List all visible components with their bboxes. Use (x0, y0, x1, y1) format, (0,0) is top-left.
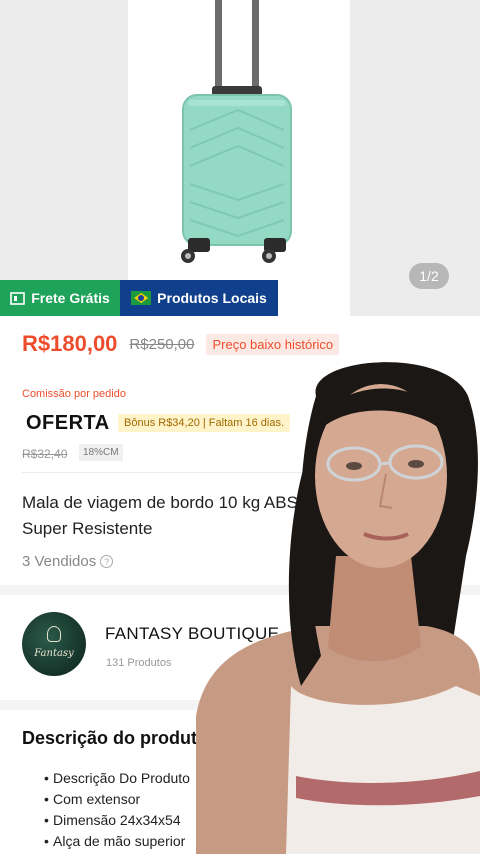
original-commission: R$32,40 (22, 447, 68, 461)
product-badges: Frete Grátis Produtos Locais (0, 280, 278, 316)
commission-rate-badge: 18%CM (79, 444, 123, 461)
description-list: Descrição Do Produto Com extensor Dimens… (44, 768, 190, 852)
product-image-gallery[interactable]: 1/2 (0, 0, 480, 316)
free-shipping-badge: Frete Grátis (0, 280, 120, 316)
price-row: R$180,00 R$250,00 Preço baixo histórico (22, 331, 340, 357)
suitcase-image (181, 0, 292, 263)
offer-label: OFERTA (26, 412, 110, 434)
image-counter: 1/2 (409, 263, 449, 289)
low-price-badge: Preço baixo histórico (206, 333, 340, 355)
free-shipping-label: Frete Grátis (31, 290, 110, 306)
help-icon[interactable]: ? (100, 555, 114, 568)
description-item: Dimensão 24x34x54 (44, 810, 190, 831)
presenter-video-overlay (196, 356, 480, 854)
description-item: Com extensor (44, 789, 190, 810)
sold-count: 3 Vendidos ? (22, 553, 114, 570)
shop-product-count: 131 Produtos (106, 657, 172, 669)
shop-logo-icon (47, 626, 61, 642)
local-products-badge: Produtos Locais (120, 280, 278, 316)
description-item: Alça de mão superior (44, 831, 190, 852)
shop-avatar[interactable]: Fantasy (22, 612, 86, 676)
current-price: R$180,00 (22, 331, 118, 356)
local-products-label: Produtos Locais (157, 290, 267, 306)
description-heading: Descrição do produto (22, 728, 209, 748)
description-item: Descrição Do Produto (44, 768, 190, 789)
brazil-flag-icon (131, 291, 152, 305)
truck-icon (10, 291, 26, 305)
original-price: R$250,00 (129, 335, 195, 353)
product-photo[interactable] (128, 0, 350, 316)
shop-logo-text: Fantasy (34, 648, 74, 659)
commission-label: Comissão por pedido (22, 388, 126, 400)
sold-count-label: 3 Vendidos (22, 553, 97, 570)
presenter-image (196, 362, 480, 854)
